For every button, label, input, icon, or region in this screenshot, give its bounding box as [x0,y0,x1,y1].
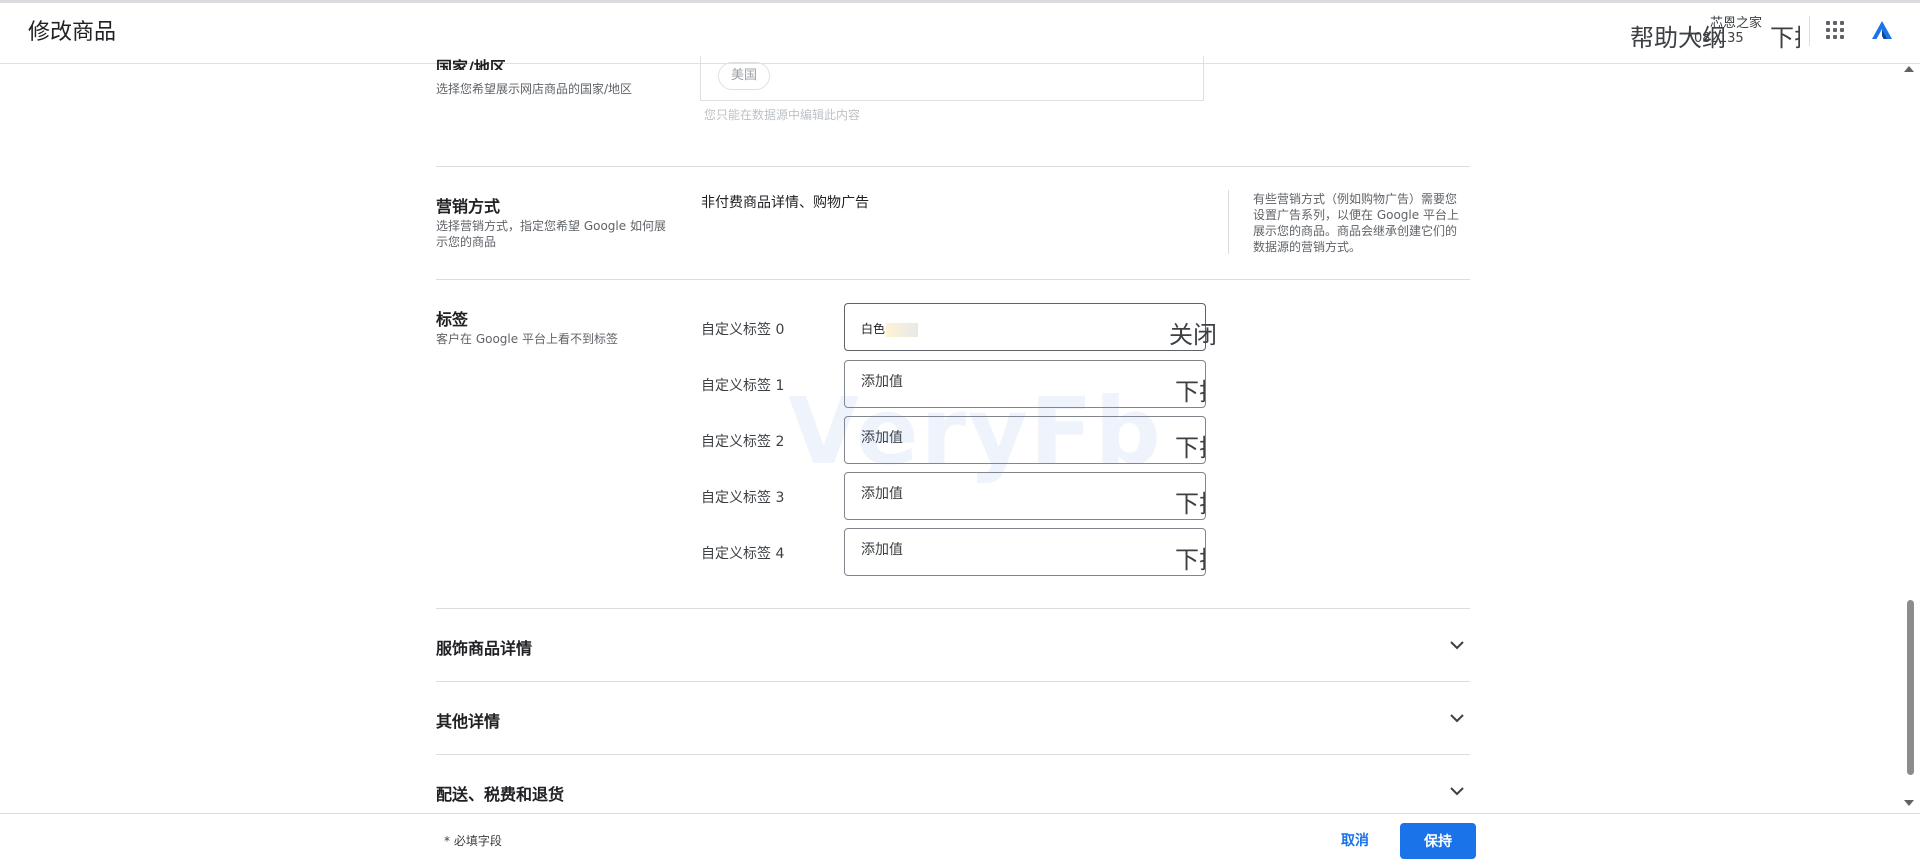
section-apparel-details[interactable]: 服饰商品详情 [436,635,532,659]
header-divider [1809,16,1810,46]
section-other-details[interactable]: 其他详情 [436,708,500,732]
page-title: 修改商品 [28,20,117,45]
custom-label-2-field[interactable]: 下拉 [844,416,1206,464]
custom-label-1-field[interactable]: 下拉 [844,360,1206,408]
scroll-down-arrow-icon[interactable] [1904,800,1914,806]
marketing-value: 非付费商品详情、购物广告 [701,195,869,211]
custom-label-4-name: 自定义标签 4 [701,546,785,562]
custom-label-4-field[interactable]: 下拉 [844,528,1206,576]
custom-label-4-dropdown[interactable]: 下拉 [1175,540,1205,575]
custom-label-0-name: 自定义标签 0 [701,322,785,338]
required-fields-note: * 必填字段 [444,834,502,848]
labels-description: 客户在 Google 平台上看不到标签 [436,332,618,346]
marketing-vertical-divider [1228,190,1229,254]
country-hint: 您只能在数据源中编辑此内容 [704,108,861,122]
custom-label-1-name: 自定义标签 1 [701,378,785,394]
section-divider [436,279,1470,280]
custom-label-3-name: 自定义标签 3 [701,490,785,506]
country-description: 选择您希望展示网店商品的国家/地区 [436,82,633,96]
footer-bar [0,813,1920,867]
cancel-button[interactable]: 取消 [1330,824,1380,856]
custom-label-3-field[interactable]: 下拉 [844,472,1206,520]
apps-grid-icon[interactable] [1826,21,1844,39]
marketing-label: 营销方式 [436,197,501,216]
custom-label-1-dropdown[interactable]: 下拉 [1175,372,1205,407]
account-dropdown[interactable]: 下拉 [1770,18,1800,53]
scroll-up-arrow-icon[interactable] [1904,66,1914,72]
section-divider [436,754,1470,755]
custom-label-2-input[interactable] [861,430,1141,446]
merchant-logo-icon[interactable] [1870,19,1894,41]
chevron-down-icon[interactable] [1448,636,1466,654]
labels-label: 标签 [436,310,469,329]
country-label: 国家/地区 [436,58,506,70]
section-divider [436,608,1470,609]
save-button[interactable]: 保持 [1400,823,1476,859]
marketing-description: 选择营销方式，指定您希望 Google 如何展示您的商品 [436,219,666,249]
close-button[interactable]: 关闭 [1169,315,1217,350]
chevron-down-icon[interactable] [1448,782,1466,800]
section-divider [436,166,1470,167]
custom-label-0-value[interactable]: 白色 [861,320,919,337]
section-divider [436,681,1470,682]
section-shipping-tax-returns[interactable]: 配送、税费和退货 [436,781,564,805]
account-id: 082135 [1694,31,1744,46]
scrollbar-thumb[interactable] [1907,600,1914,775]
custom-label-3-input[interactable] [861,486,1141,502]
redacted-text [886,322,919,337]
custom-label-3-dropdown[interactable]: 下拉 [1175,484,1205,519]
custom-label-2-dropdown[interactable]: 下拉 [1175,428,1205,463]
chevron-down-icon[interactable] [1448,709,1466,727]
custom-label-1-input[interactable] [861,374,1141,390]
country-field [700,56,1204,101]
country-chip: 美国 [718,62,771,90]
custom-label-4-input[interactable] [861,542,1141,558]
marketing-side-note: 有些营销方式（例如购物广告）需要您设置广告系列，以便在 Google 平台上展示… [1253,192,1459,254]
account-name[interactable]: 芯恩之家 [1710,12,1762,31]
custom-label-2-name: 自定义标签 2 [701,434,785,450]
custom-label-0-field[interactable]: 白色 [844,303,1206,351]
